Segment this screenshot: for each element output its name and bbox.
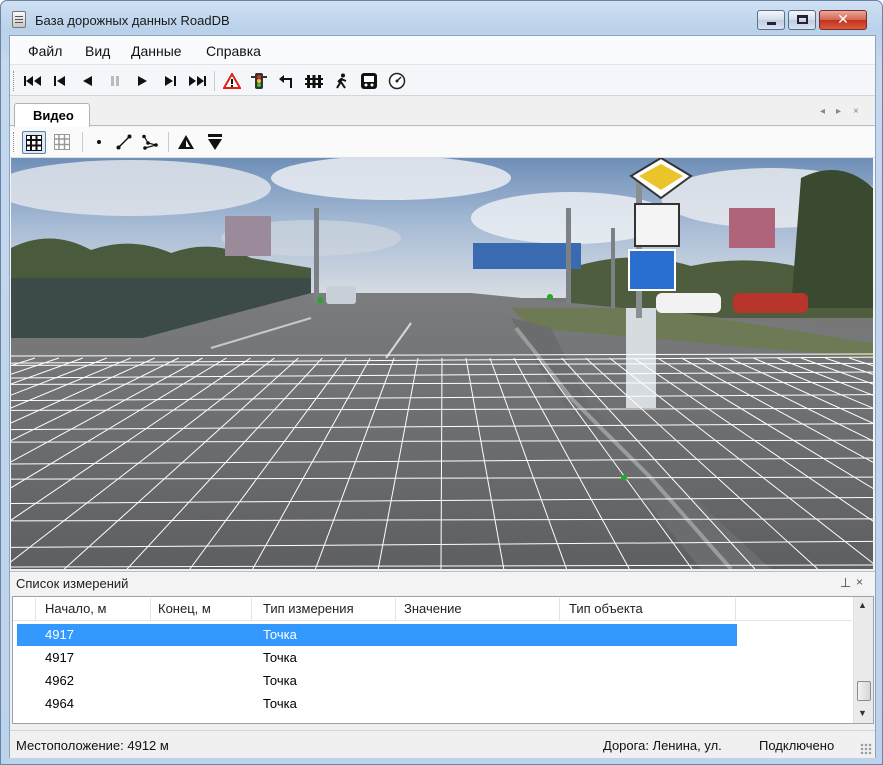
tab-video-label: Видео (33, 108, 74, 123)
menu-data[interactable]: Данные (131, 43, 182, 59)
database-icon (12, 11, 26, 28)
window-title: База дорожных данных RoadDB (35, 13, 230, 28)
line-icon[interactable] (114, 132, 134, 152)
close-button[interactable]: ✕ (819, 10, 867, 30)
toolbar-separator (168, 132, 169, 152)
marker-down-icon[interactable] (205, 132, 225, 152)
cell-type: Точка (263, 627, 297, 642)
column-separator[interactable] (559, 598, 560, 620)
app-window: База дорожных данных RoadDB ✕ Файл Вид Д… (0, 0, 883, 765)
column-separator[interactable] (251, 598, 252, 620)
title-bar[interactable]: База дорожных данных RoadDB ✕ (1, 1, 882, 35)
table-row[interactable]: 4964 Точка (17, 693, 737, 715)
resize-grip[interactable] (860, 743, 872, 755)
column-separator[interactable] (395, 598, 396, 620)
panel-close-icon[interactable]: × (856, 575, 863, 589)
table-row[interactable]: 4917 Точка (17, 624, 737, 646)
marker-point[interactable] (547, 294, 553, 300)
marker-point[interactable] (317, 297, 323, 303)
cell-start: 4917 (45, 650, 74, 665)
first-icon[interactable] (23, 71, 43, 91)
main-toolbar (10, 64, 875, 96)
column-header-end[interactable]: Конец, м (158, 601, 211, 616)
column-header-type[interactable]: Тип измерения (263, 601, 354, 616)
polyline-icon[interactable] (140, 132, 160, 152)
cell-type: Точка (263, 650, 297, 665)
next-segment-icon[interactable] (160, 71, 180, 91)
column-separator (35, 598, 36, 620)
measurements-panel: Список измерений ⊥ × Начало, м Конец, м … (10, 571, 875, 727)
document-area: Видео ◂ ▸ × (10, 97, 875, 569)
menu-bar: Файл Вид Данные Справка (10, 36, 875, 64)
minimize-icon (767, 22, 776, 25)
scroll-thumb[interactable] (857, 681, 871, 701)
status-bar: Местоположение: 4912 м Дорога: Ленина, у… (10, 730, 875, 758)
vertical-scrollbar[interactable]: ▲ ▼ (853, 597, 873, 723)
toolbar-grip[interactable] (13, 132, 16, 152)
maximize-button[interactable] (788, 10, 816, 30)
pause-icon[interactable] (105, 71, 125, 91)
pin-icon[interactable]: ⊥ (840, 575, 851, 591)
cell-start: 4917 (45, 627, 74, 642)
panel-title: Список измерений (16, 576, 129, 591)
tab-video[interactable]: Видео (14, 103, 90, 127)
scroll-up-icon[interactable]: ▲ (858, 600, 867, 610)
table-row[interactable]: 4962 Точка (17, 670, 737, 692)
toolbar-separator (82, 132, 83, 152)
minimize-button[interactable] (757, 10, 785, 30)
last-icon[interactable] (187, 71, 207, 91)
menu-view[interactable]: Вид (85, 43, 110, 59)
column-header-object-type[interactable]: Тип объекта (569, 601, 643, 616)
cell-type: Точка (263, 696, 297, 711)
panel-header: Список измерений ⊥ × (10, 571, 875, 595)
menu-file[interactable]: Файл (28, 43, 62, 59)
speedometer-icon[interactable] (387, 71, 407, 91)
table-row[interactable]: 4917 Точка (17, 647, 737, 669)
status-road: Дорога: Ленина, ул. (603, 738, 722, 753)
point-icon[interactable] (89, 132, 109, 152)
menu-help[interactable]: Справка (206, 43, 261, 59)
toolbar-separator (214, 71, 215, 91)
cell-start: 4964 (45, 696, 74, 711)
client-area: Файл Вид Данные Справка Видео ◂ ▸ × Спис… (9, 35, 876, 758)
status-location: Местоположение: 4912 м (16, 738, 169, 753)
column-separator[interactable] (150, 598, 151, 620)
close-icon: ✕ (837, 11, 849, 27)
tab-close-icon[interactable]: × (853, 106, 859, 117)
toolbar-grip[interactable] (13, 71, 16, 91)
status-connection: Подключено (759, 738, 835, 753)
scroll-down-icon[interactable]: ▼ (858, 708, 867, 718)
cell-start: 4962 (45, 673, 74, 688)
fill-icon[interactable] (176, 132, 196, 152)
column-header-start[interactable]: Начало, м (45, 601, 106, 616)
maximize-icon (797, 15, 808, 24)
grid-icon[interactable] (22, 131, 46, 154)
play-backward-icon[interactable] (77, 71, 97, 91)
bus-stop-icon[interactable] (359, 71, 379, 91)
video-toolbar (10, 127, 875, 158)
cell-type: Точка (263, 673, 297, 688)
tab-scroll-right-icon[interactable]: ▸ (836, 106, 841, 117)
warning-sign-icon[interactable] (222, 71, 242, 91)
road-scene-image (11, 158, 873, 569)
fence-icon[interactable] (304, 71, 324, 91)
marker-point[interactable] (621, 475, 627, 481)
play-icon[interactable] (132, 71, 152, 91)
measurements-table: Начало, м Конец, м Тип измерения Значени… (12, 596, 874, 724)
grid-dim-icon[interactable] (52, 132, 72, 152)
turn-icon[interactable] (276, 71, 296, 91)
column-header-value[interactable]: Значение (404, 601, 462, 616)
video-frame[interactable] (11, 158, 873, 569)
tab-strip: Видео ◂ ▸ × (10, 97, 875, 127)
pedestrian-icon[interactable] (332, 71, 352, 91)
traffic-light-icon[interactable] (249, 71, 269, 91)
table-header: Начало, м Конец, м Тип измерения Значени… (13, 597, 853, 621)
tab-scroll-left-icon[interactable]: ◂ (820, 106, 825, 117)
column-separator[interactable] (735, 598, 736, 620)
prev-segment-icon[interactable] (50, 71, 70, 91)
